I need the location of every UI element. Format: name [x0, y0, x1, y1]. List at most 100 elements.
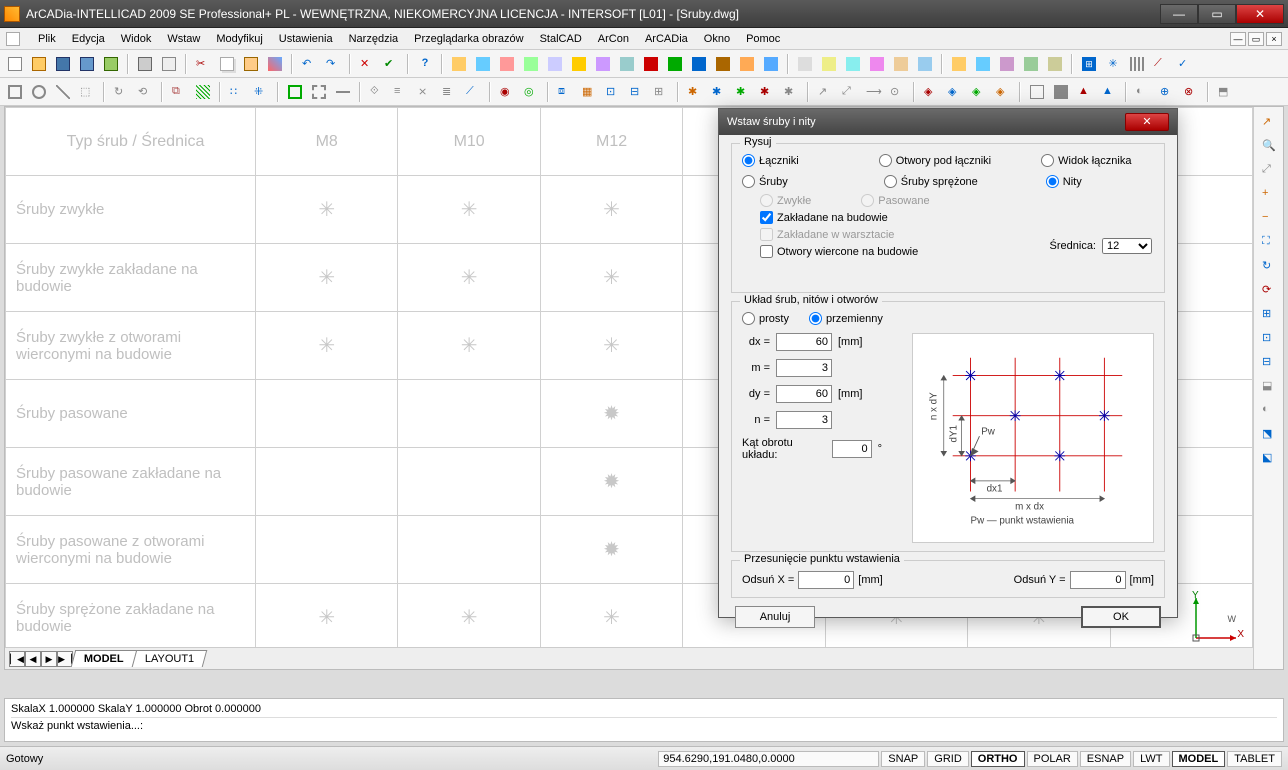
tool-icon[interactable]: ◎	[520, 81, 542, 103]
tool-icon[interactable]	[842, 53, 864, 75]
tool-icon[interactable]: ⬒	[1214, 81, 1236, 103]
tool-icon[interactable]: ▲	[1074, 81, 1096, 103]
menu-stalcad[interactable]: StalCAD	[532, 31, 590, 47]
ok-button[interactable]: OK	[1081, 606, 1161, 628]
tool-icon[interactable]: ▦	[578, 81, 600, 103]
mdi-close-button[interactable]: ×	[1266, 32, 1282, 46]
tab-first-button[interactable]: ▏◀	[9, 651, 25, 667]
command-line[interactable]: SkalaX 1.000000 SkalaY 1.000000 Obrot 0.…	[4, 698, 1284, 742]
tool-icon[interactable]	[496, 53, 518, 75]
anuluj-button[interactable]: Anuluj	[735, 606, 815, 628]
maximize-button[interactable]: ▭	[1198, 4, 1236, 24]
undo-icon[interactable]: ↶	[298, 53, 320, 75]
tool-icon[interactable]: ⟋	[462, 81, 484, 103]
tool-icon[interactable]	[794, 53, 816, 75]
tool-icon[interactable]: ▲	[1098, 81, 1120, 103]
menu-edycja[interactable]: Edycja	[64, 31, 113, 47]
sheet-tab-layout1[interactable]: LAYOUT1	[131, 650, 207, 667]
tool-icon[interactable]	[1050, 81, 1072, 103]
menu-plik[interactable]: Plik	[30, 31, 64, 47]
dy-input[interactable]	[776, 385, 832, 403]
tool-icon[interactable]: ⤢	[1258, 159, 1280, 181]
open-icon[interactable]	[28, 53, 50, 75]
menu-przegladarka[interactable]: Przeglądarka obrazów	[406, 31, 531, 47]
tool-icon[interactable]	[890, 53, 912, 75]
tool-icon[interactable]	[972, 53, 994, 75]
array-icon[interactable]: ∷	[226, 81, 248, 103]
tool-icon[interactable]: ≣	[438, 81, 460, 103]
tool-icon[interactable]	[818, 53, 840, 75]
tool-icon[interactable]	[640, 53, 662, 75]
tool-icon[interactable]	[544, 53, 566, 75]
tab-next-button[interactable]: ▶	[41, 651, 57, 667]
radio-sruby[interactable]: Śruby	[742, 175, 788, 188]
tool-icon[interactable]	[760, 53, 782, 75]
tool-icon[interactable]: ⬕	[1258, 447, 1280, 469]
menu-narzedzia[interactable]: Narzędzia	[341, 31, 407, 47]
tool-icon[interactable]: ⨯	[414, 81, 436, 103]
minimize-button[interactable]: —	[1160, 4, 1198, 24]
tool-icon[interactable]: ⊟	[626, 81, 648, 103]
sheet-tab-model[interactable]: MODEL	[71, 650, 137, 667]
saveall-icon[interactable]	[76, 53, 98, 75]
tool-icon[interactable]: ⬔	[1258, 423, 1280, 445]
tool-icon[interactable]	[520, 53, 542, 75]
tool-icon[interactable]: ⟳	[1258, 279, 1280, 301]
tool-icon[interactable]	[1126, 53, 1148, 75]
tool-icon[interactable]	[996, 53, 1018, 75]
help-icon[interactable]: ?	[414, 53, 436, 75]
tool-icon[interactable]	[472, 53, 494, 75]
tool-icon[interactable]	[568, 53, 590, 75]
mdi-minimize-button[interactable]: —	[1230, 32, 1246, 46]
print-icon[interactable]	[134, 53, 156, 75]
radio-sprezone[interactable]: Śruby sprężone	[884, 175, 978, 188]
redo-icon[interactable]: ↷	[322, 53, 344, 75]
tool-icon[interactable]	[736, 53, 758, 75]
tool-icon[interactable]	[28, 81, 50, 103]
radio-laczniki[interactable]: Łączniki	[742, 154, 799, 167]
tool-icon[interactable]	[914, 53, 936, 75]
tool-icon[interactable]: ⬓	[1258, 375, 1280, 397]
menu-modyfikuj[interactable]: Modyfikuj	[208, 31, 270, 47]
tool-icon[interactable]: ⊞	[1258, 303, 1280, 325]
tool-icon[interactable]: ⬚	[76, 81, 98, 103]
redraw-icon[interactable]: ✔	[380, 53, 402, 75]
tool-icon[interactable]	[52, 81, 74, 103]
tool-icon[interactable]: ✳	[1102, 53, 1124, 75]
new-icon[interactable]	[4, 53, 26, 75]
tool-icon[interactable]: ↻	[1258, 255, 1280, 277]
tool-icon[interactable]: ⛶	[1258, 231, 1280, 253]
tool-icon[interactable]: ⊡	[1258, 327, 1280, 349]
tool-icon[interactable]	[664, 53, 686, 75]
tool-icon[interactable]: ◈	[944, 81, 966, 103]
tool-icon[interactable]: ≡	[390, 81, 412, 103]
tool-icon[interactable]: ⊟	[1258, 351, 1280, 373]
tool-icon[interactable]: ⊞	[650, 81, 672, 103]
tool-icon[interactable]: ⟋	[1150, 53, 1172, 75]
mirror-icon[interactable]: ⧉	[168, 81, 190, 103]
tool-icon[interactable]	[866, 53, 888, 75]
odsun-y-input[interactable]	[1070, 571, 1126, 589]
tool-icon[interactable]	[308, 81, 330, 103]
tool-icon[interactable]: ◐	[1132, 81, 1154, 103]
tool-icon[interactable]: ◉	[496, 81, 518, 103]
tool-icon[interactable]: ⧈	[554, 81, 576, 103]
toggle-esnap[interactable]: ESNAP	[1080, 751, 1131, 767]
dx-input[interactable]	[776, 333, 832, 351]
paste-icon[interactable]	[240, 53, 262, 75]
tool-icon[interactable]: ✱	[780, 81, 802, 103]
tool-icon[interactable]: ⊕	[1156, 81, 1178, 103]
mdi-restore-button[interactable]: ▭	[1248, 32, 1264, 46]
close-button[interactable]: ✕	[1236, 4, 1284, 24]
toggle-polar[interactable]: POLAR	[1027, 751, 1078, 767]
radio-otwory[interactable]: Otwory pod łączniki	[879, 154, 991, 167]
toggle-snap[interactable]: SNAP	[881, 751, 925, 767]
dialog-titlebar[interactable]: Wstaw śruby i nity ✕	[719, 109, 1177, 135]
radio-prosty[interactable]: prosty	[742, 312, 789, 325]
tool-icon[interactable]	[948, 53, 970, 75]
tool-icon[interactable]: ✓	[1174, 53, 1196, 75]
radio-nity[interactable]: Nity	[1046, 175, 1082, 188]
radio-widok[interactable]: Widok łącznika	[1041, 154, 1131, 167]
tool-icon[interactable]: ◈	[968, 81, 990, 103]
toggle-tablet[interactable]: TABLET	[1227, 751, 1282, 767]
